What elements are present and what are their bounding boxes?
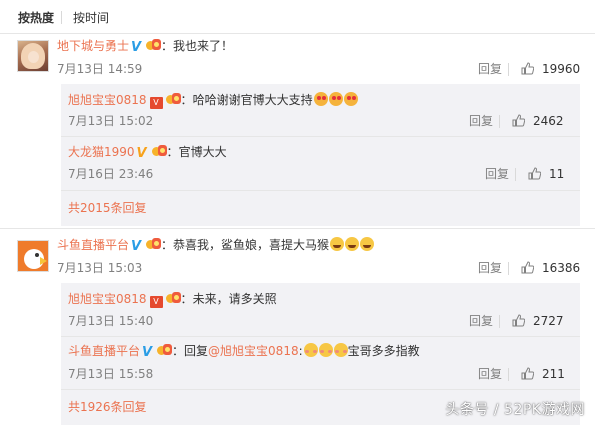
vip-badge-icon: V — [149, 97, 163, 109]
fan-badge-icon — [146, 39, 162, 52]
comment: 斗鱼直播平台 V ：恭喜我，鲨鱼娘，喜提大马猴 — [57, 237, 375, 254]
fan-badge-icon — [157, 344, 173, 357]
thumb-up-icon — [521, 367, 534, 380]
verified-v-icon: V — [131, 239, 142, 254]
comment: 地下城与勇士 V ：我也来了！ — [57, 39, 234, 55]
reply-divider — [61, 336, 580, 337]
view-all-replies-link[interactable]: 共2015条回复 — [68, 200, 147, 216]
like-button[interactable]: 11 — [528, 166, 564, 182]
sort-by-hot-tab[interactable]: 按热度 — [18, 11, 54, 25]
reply-button[interactable]: 回复 — [469, 113, 493, 129]
like-count: 16386 — [542, 261, 581, 275]
fan-badge-icon — [151, 145, 167, 158]
thumb-up-icon — [521, 62, 534, 75]
mention-link[interactable]: @旭旭宝宝0818 — [208, 344, 299, 358]
like-button[interactable]: 19960 — [521, 61, 580, 77]
watermark: 头条号 / 52PK游戏网 — [445, 402, 585, 418]
blush-emoji-icon — [303, 343, 318, 357]
avatar[interactable] — [17, 240, 49, 272]
reply-timestamp: 7月13日 15:02 — [68, 114, 154, 128]
grin-emoji-icon — [345, 237, 360, 251]
comment-divider — [0, 228, 595, 229]
comment-timestamp: 7月13日 15:03 — [57, 261, 143, 275]
comment-text: 恭喜我，鲨鱼娘，喜提大马猴 — [173, 238, 330, 252]
reply-text: 宝哥多多指教 — [347, 344, 420, 358]
reply-text: 哈哈谢谢官博大大支持 — [192, 93, 313, 107]
reply-timestamp: 7月13日 15:40 — [68, 314, 154, 328]
sort-bar: 按热度 按时间 — [0, 0, 595, 34]
action-divider — [499, 115, 500, 128]
reply-button[interactable]: 回复 — [478, 366, 502, 382]
reply-button[interactable]: 回复 — [469, 313, 493, 329]
heart-eyes-emoji-icon — [343, 92, 358, 106]
reply-comment: 旭旭宝宝0818 V ：未来，请多关照 — [68, 292, 277, 308]
reply-comment: 大龙猫1990 V ：官博大大 — [68, 145, 227, 161]
comment-username[interactable]: 地下城与勇士 — [57, 39, 129, 53]
comment-text: 我也来了！ — [173, 39, 234, 53]
action-divider — [508, 368, 509, 381]
reply-username[interactable]: 旭旭宝宝0818 — [68, 93, 147, 107]
like-button[interactable]: 2462 — [512, 113, 564, 129]
reply-text: 未来，请多关照 — [192, 292, 277, 306]
reply-button[interactable]: 回复 — [478, 61, 502, 77]
view-all-replies-link[interactable]: 共1926条回复 — [68, 399, 147, 415]
like-count: 2727 — [533, 314, 564, 328]
action-divider — [515, 168, 516, 181]
reply-divider — [61, 389, 580, 390]
reply-timestamp: 7月13日 15:58 — [68, 367, 154, 381]
like-button[interactable]: 2727 — [512, 313, 564, 329]
avatar[interactable] — [17, 40, 49, 72]
like-button[interactable]: 16386 — [521, 260, 580, 276]
like-button[interactable]: 211 — [521, 366, 565, 382]
reply-timestamp: 7月16日 23:46 — [68, 167, 154, 181]
grin-emoji-icon — [360, 237, 375, 251]
sort-divider — [61, 11, 62, 24]
action-divider — [508, 262, 509, 275]
reply-comment: 斗鱼直播平台 V ：回复@旭旭宝宝0818: 宝哥多多指教 — [68, 343, 420, 360]
fan-badge-icon — [146, 238, 162, 251]
reply-prefix: 回复 — [184, 344, 209, 358]
thumb-up-icon — [521, 261, 534, 274]
reply-username[interactable]: 大龙猫1990 — [68, 145, 135, 159]
thumb-up-icon — [512, 114, 525, 127]
fan-badge-icon — [165, 292, 181, 305]
like-count: 19960 — [542, 62, 581, 76]
like-count: 2462 — [533, 114, 564, 128]
grin-emoji-icon — [330, 237, 345, 251]
reply-button[interactable]: 回复 — [485, 166, 509, 182]
reply-comment: 旭旭宝宝0818 V ：哈哈谢谢官博大大支持 — [68, 92, 358, 109]
blush-emoji-icon — [333, 343, 348, 357]
fan-badge-icon — [165, 93, 181, 106]
comment-timestamp: 7月13日 14:59 — [57, 62, 143, 76]
reply-button[interactable]: 回复 — [478, 260, 502, 276]
heart-eyes-emoji-icon — [328, 92, 343, 106]
verified-v-icon: V — [136, 146, 147, 161]
comment-username[interactable]: 斗鱼直播平台 — [57, 238, 129, 252]
reply-divider — [61, 136, 580, 137]
like-count: 211 — [542, 367, 565, 381]
action-divider — [499, 315, 500, 328]
reply-text: 官博大大 — [178, 145, 227, 159]
vip-badge-icon: V — [149, 296, 163, 308]
verified-v-icon: V — [131, 40, 142, 55]
sort-by-time-tab[interactable]: 按时间 — [73, 11, 109, 25]
reply-username[interactable]: 斗鱼直播平台 — [68, 344, 140, 358]
blush-emoji-icon — [318, 343, 333, 357]
verified-v-icon: V — [142, 345, 153, 360]
reply-username[interactable]: 旭旭宝宝0818 — [68, 292, 147, 306]
heart-eyes-emoji-icon — [313, 92, 328, 106]
action-divider — [508, 63, 509, 76]
reply-divider — [61, 190, 580, 191]
thumb-up-icon — [528, 167, 541, 180]
like-count: 11 — [549, 167, 565, 181]
thumb-up-icon — [512, 314, 525, 327]
